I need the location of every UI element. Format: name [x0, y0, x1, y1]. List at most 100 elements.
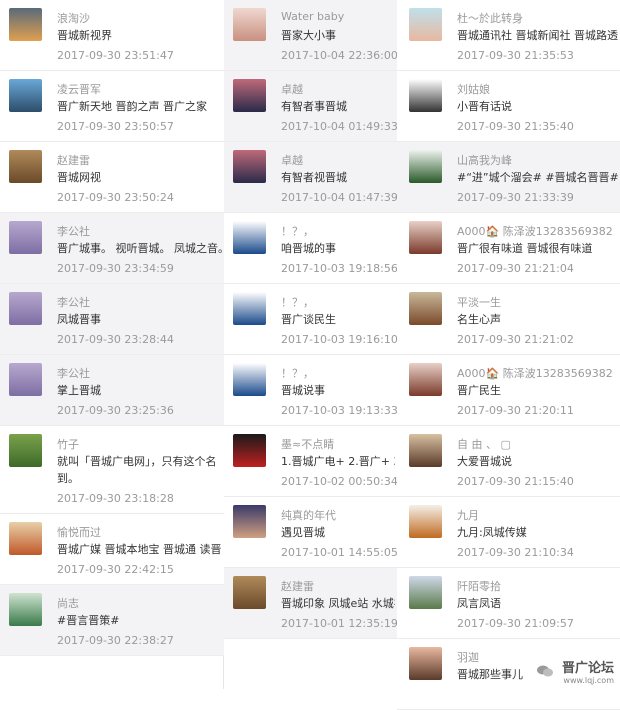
comment-item[interactable]: 阡陌零拾 凤言凤语 2017-09-30 21:09:57 [397, 568, 620, 639]
tree-avatar[interactable] [409, 576, 442, 609]
comment-item[interactable]: 竹子就叫「晋城广电网」，只有这个名到。 2017-09-30 23:18:28 [0, 426, 224, 514]
comment-author[interactable]: 赵建雷 [281, 578, 314, 594]
person-avatar[interactable] [233, 505, 266, 538]
room-avatar[interactable] [409, 434, 442, 467]
comment-column-2: Water baby 晋家大小事 2017-10-04 22:36:00 卓越 有智者事… [224, 0, 397, 639]
comment-item[interactable]: 卓越 有智者事晋城 2017-10-04 01:49:33 [224, 71, 397, 142]
comment-item[interactable]: A000🏠 陈泽波13283569382 晋广民生 2017-09-30 21:20… [397, 355, 620, 426]
holiday-logo-avatar[interactable] [233, 292, 266, 325]
comment-item[interactable]: ！？， 晋城说事 2017-10-03 19:13:33 [224, 355, 397, 426]
calligraphy-avatar[interactable] [233, 434, 266, 467]
sky-avatar[interactable] [9, 221, 42, 254]
comment-author[interactable]: 羽迦 [457, 649, 479, 665]
comment-item[interactable]: 纯真的年代 遇见晋城 2017-10-01 14:55:05 [224, 497, 397, 568]
comment-item[interactable]: 卓越 有智者视晋城 2017-10-04 01:47:39 [224, 142, 397, 213]
lake-avatar[interactable] [233, 79, 266, 112]
comment-item[interactable]: 墨≈不点睛 1.晋城广电+ 2.晋广+ 3.晋 2017-10-02 00:50:3… [224, 426, 397, 497]
comment-author[interactable]: 卓越 [281, 152, 303, 168]
holiday-logo-avatar[interactable] [233, 221, 266, 254]
comment-item[interactable]: 浪淘沙 晋城新视界 2017-09-30 23:51:47 [0, 0, 224, 71]
animal-avatar[interactable] [233, 576, 266, 609]
comment-item[interactable]: 刘姑娘 小晋有话说 2017-09-30 21:35:40 [397, 71, 620, 142]
comment-item[interactable]: 愉悦而过 晋城广媒 晋城本地宝 晋城通 读晋 2017-09-30 22:42:15 [0, 514, 224, 585]
comment-text: #晋言晋策# [57, 614, 120, 627]
comment-author[interactable]: 山高我为峰 [457, 152, 512, 168]
comment-author[interactable]: 凌云晋军 [57, 81, 101, 97]
comment-timestamp: 2017-10-02 00:50:34 [281, 475, 397, 488]
comment-author[interactable]: 纯真的年代 [281, 507, 336, 523]
comment-author[interactable]: 愉悦而过 [57, 524, 101, 540]
holiday-logo-avatar[interactable] [233, 363, 266, 396]
comment-text: 1.晋城广电+ 2.晋广+ 3.晋 [281, 455, 395, 468]
comment-item[interactable]: 九月 九月:凤城传媒 2017-09-30 21:10:34 [397, 497, 620, 568]
lake-avatar[interactable] [233, 150, 266, 183]
sunset-avatar[interactable] [9, 8, 42, 41]
sky-avatar[interactable] [9, 363, 42, 396]
doll-avatar[interactable] [409, 363, 442, 396]
comment-text: 就叫「晋城广电网」，只有这个名到。 [57, 455, 217, 485]
comment-timestamp: 2017-09-30 23:18:28 [57, 492, 174, 505]
comment-author[interactable]: 赵建雷 [57, 152, 90, 168]
doll-avatar[interactable] [409, 221, 442, 254]
food-avatar[interactable] [9, 522, 42, 555]
comment-item[interactable]: 杜～於此转身 晋城通讯社 晋城新闻社 晋城路透社 2017-09-30 21:35:… [397, 0, 620, 71]
comment-author[interactable]: Water baby [281, 10, 344, 23]
comment-author[interactable]: 李公社 [57, 294, 90, 310]
soldier-avatar[interactable] [409, 150, 442, 183]
watermark: 晋广论坛 www.lqj.com [536, 657, 614, 685]
baby-avatar[interactable] [409, 8, 442, 41]
comment-item[interactable]: 赵建雷 晋城网视 2017-09-30 23:50:24 [0, 142, 224, 213]
comment-text: 凤城晋事 [57, 313, 101, 326]
comment-author[interactable]: 自 由 、 ▢ [457, 436, 511, 452]
wechat-icon [536, 662, 553, 676]
comment-text: 晋城通讯社 晋城新闻社 晋城路透社 [457, 29, 618, 42]
comment-author[interactable]: 竹子 [57, 436, 79, 452]
cartoon-avatar[interactable] [409, 79, 442, 112]
text-logo-avatar[interactable] [409, 505, 442, 538]
comment-author[interactable]: 尚志 [57, 595, 79, 611]
comment-item[interactable]: Water baby 晋家大小事 2017-10-04 22:36:00 [224, 0, 397, 71]
comment-author[interactable]: ！？， [281, 223, 314, 239]
comment-author[interactable]: A000🏠 陈泽波13283569382 [457, 223, 613, 239]
comment-author[interactable]: 李公社 [57, 365, 90, 381]
man-avatar[interactable] [409, 292, 442, 325]
comment-item[interactable]: 李公社 掌上晋城 2017-09-30 23:25:36 [0, 355, 224, 426]
comment-item[interactable]: 平淡一生 名生心声 2017-09-30 21:21:02 [397, 284, 620, 355]
comment-item[interactable]: ！？， 晋广谈民生 2017-10-03 19:16:10 [224, 284, 397, 355]
animal-avatar[interactable] [9, 150, 42, 183]
portrait-avatar[interactable] [233, 8, 266, 41]
comment-author[interactable]: ！？， [281, 294, 314, 310]
plant-avatar[interactable] [9, 434, 42, 467]
comment-author[interactable]: ！？， [281, 365, 314, 381]
comment-author[interactable]: 杜～於此转身 [457, 10, 523, 26]
comment-timestamp: 2017-09-30 23:34:59 [57, 262, 174, 275]
comment-timestamp: 2017-10-04 01:47:39 [281, 191, 397, 204]
green-avatar[interactable] [9, 593, 42, 626]
comment-timestamp: 2017-09-30 21:15:40 [457, 475, 574, 488]
comment-item[interactable]: 尚志 #晋言晋策# 2017-09-30 22:38:27 [0, 585, 224, 656]
comment-item[interactable]: 赵建雷 晋城印象 凤城e站 水城视 2017-10-01 12:35:19 [224, 568, 397, 639]
comment-item[interactable]: 凌云晋军 晋广新天地 晋韵之声 晋广之家 2017-09-30 23:50:57 [0, 71, 224, 142]
comment-author[interactable]: 李公社 [57, 223, 90, 239]
comment-author[interactable]: 刘姑娘 [457, 81, 490, 97]
comment-column-3: 杜～於此转身 晋城通讯社 晋城新闻社 晋城路透社 2017-09-30 21:35:… [397, 0, 620, 710]
comment-timestamp: 2017-10-04 22:36:00 [281, 49, 397, 62]
comment-item[interactable]: 自 由 、 ▢ 大爱晋城说 2017-09-30 21:15:40 [397, 426, 620, 497]
sky-avatar[interactable] [9, 292, 42, 325]
pier-avatar[interactable] [9, 79, 42, 112]
comment-timestamp: 2017-09-30 21:33:39 [457, 191, 574, 204]
comment-author[interactable]: A000🏠 陈泽波13283569382 [457, 365, 613, 381]
comment-author[interactable]: 墨≈不点睛 [281, 436, 334, 452]
comment-item[interactable]: 山高我为峰 #“进”城个溜会# #晋城名晋晋# 2017-09-30 21:33:3… [397, 142, 620, 213]
comment-author[interactable]: 阡陌零拾 [457, 578, 501, 594]
comment-timestamp: 2017-09-30 21:21:02 [457, 333, 574, 346]
comment-item[interactable]: 李公社 晋广城事。 视听晋城。 凤城之音。 2017-09-30 23:34:59 [0, 213, 224, 284]
comment-author[interactable]: 九月 [457, 507, 479, 523]
comment-author[interactable]: 平淡一生 [457, 294, 501, 310]
comment-item[interactable]: ！？， 咱晋城的事 2017-10-03 19:18:56 [224, 213, 397, 284]
comment-author[interactable]: 卓越 [281, 81, 303, 97]
comment-item[interactable]: A000🏠 陈泽波13283569382 晋广很有味道 晋城很有味道 2017-09… [397, 213, 620, 284]
girl-avatar[interactable] [409, 647, 442, 680]
comment-author[interactable]: 浪淘沙 [57, 10, 90, 26]
comment-item[interactable]: 李公社 凤城晋事 2017-09-30 23:28:44 [0, 284, 224, 355]
